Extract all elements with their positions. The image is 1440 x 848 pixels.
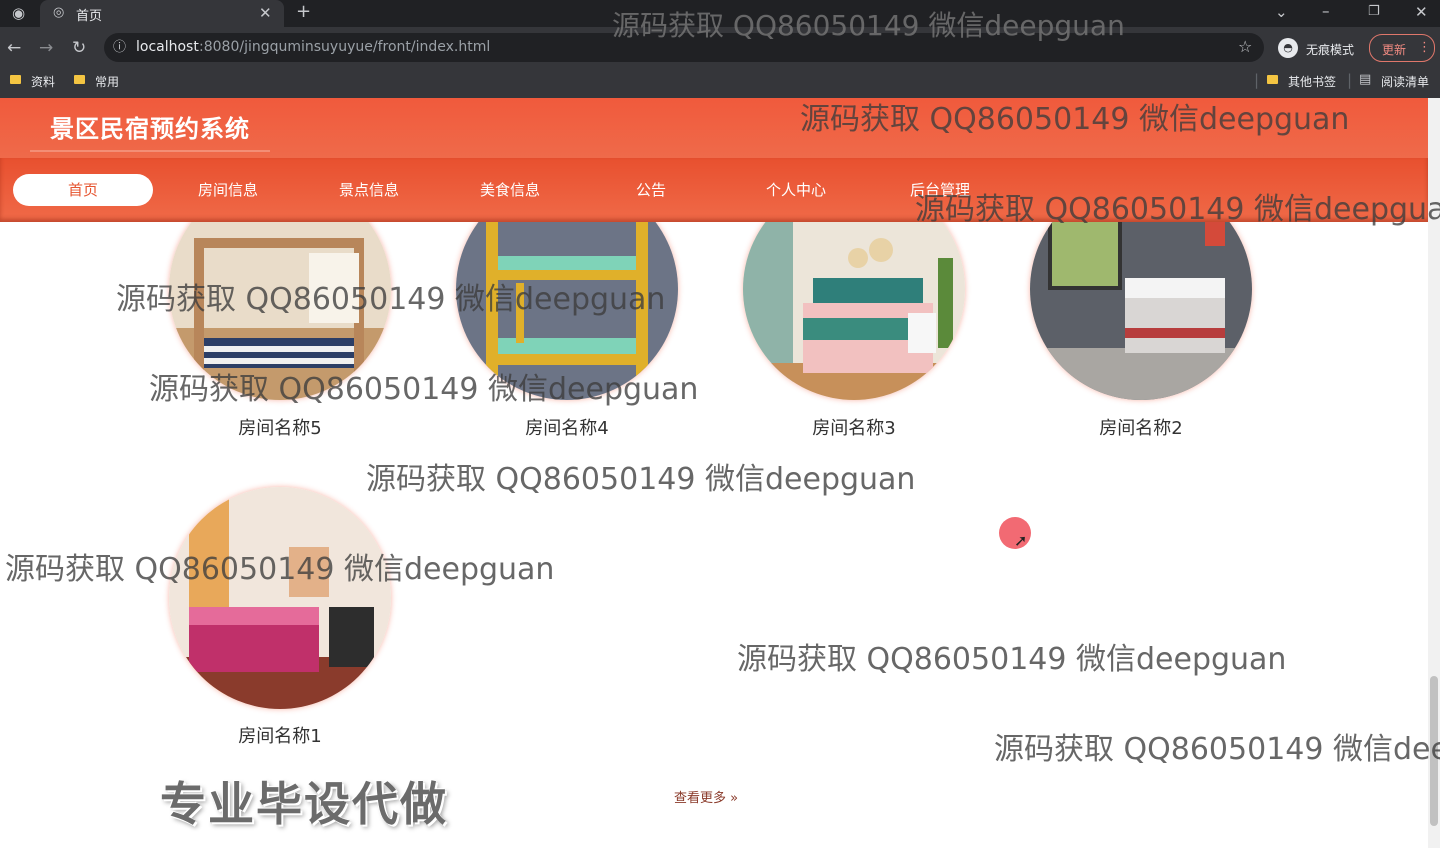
double-chevron-right-icon: » <box>726 791 739 806</box>
folder-icon <box>1267 75 1278 84</box>
mouse-cursor-icon: ➚ <box>1014 531 1028 550</box>
watermark: 源码获取 QQ86050149 微信deepguan <box>612 9 1125 42</box>
room-name[interactable]: 房间名称4 <box>456 414 678 440</box>
folder-icon <box>74 75 85 84</box>
forward-icon[interactable]: → <box>39 40 53 57</box>
kebab-menu-icon[interactable]: ⋮ <box>1418 40 1431 56</box>
bookmarks-divider: | <box>1254 71 1260 89</box>
watermark: 源码获取 QQ86050149 微信deepguan <box>149 372 699 407</box>
bookmark-item[interactable]: 资料 <box>31 73 55 90</box>
update-label: 更新 <box>1382 43 1407 57</box>
incognito-icon[interactable]: ◓ <box>1278 38 1298 58</box>
incognito-label: 无痕模式 <box>1306 43 1355 57</box>
minimize-icon[interactable]: – <box>1322 3 1330 19</box>
promo-text: 专业毕设代做 <box>160 777 448 831</box>
room-name[interactable]: 房间名称3 <box>743 414 965 440</box>
reload-icon[interactable]: ↻ <box>72 40 86 57</box>
nav-profile[interactable]: 个人中心 <box>726 174 866 206</box>
restore-icon[interactable]: ❐ <box>1368 4 1380 20</box>
bookmark-item[interactable]: 常用 <box>95 73 119 90</box>
reading-list-icon[interactable]: ▤ <box>1359 72 1371 88</box>
browser-menu-icon[interactable]: ◉ <box>12 5 25 21</box>
watermark: 源码获取 QQ86050149 微信deepguan <box>5 552 555 587</box>
bookmarks-divider: | <box>1347 71 1353 89</box>
nav-notices[interactable]: 公告 <box>581 174 721 206</box>
watermark: 源码获取 QQ86050149 微信deepguan <box>915 192 1440 227</box>
close-tab-icon[interactable]: ✕ <box>259 5 272 21</box>
window-close-icon[interactable]: ✕ <box>1415 4 1428 20</box>
room-name[interactable]: 房间名称2 <box>1030 414 1252 440</box>
tab-search-chevron-icon[interactable]: ⌄ <box>1275 4 1288 20</box>
room-name[interactable]: 房间名称1 <box>169 722 391 748</box>
tab-title: 首页 <box>76 9 103 24</box>
back-icon[interactable]: ← <box>7 40 21 57</box>
new-tab-icon[interactable]: + <box>296 3 311 21</box>
other-bookmarks[interactable]: 其他书签 <box>1288 73 1336 90</box>
nav-rooms[interactable]: 房间信息 <box>158 174 298 206</box>
bookmark-star-icon[interactable]: ☆ <box>1238 39 1252 55</box>
view-more-link[interactable]: 查看更多 » <box>674 787 738 806</box>
site-title: 景区民宿预约系统 <box>30 108 270 152</box>
watermark: 源码获取 QQ86050149 微信deepguan <box>994 732 1440 767</box>
pink-bed-room-image <box>169 487 391 709</box>
url-host: localhost <box>136 39 199 55</box>
tab-favicon-icon: ◎ <box>53 5 65 20</box>
nav-attractions[interactable]: 景点信息 <box>299 174 439 206</box>
site-info-icon[interactable]: ⓘ <box>113 40 126 56</box>
watermark: 源码获取 QQ86050149 微信deepguan <box>800 102 1350 137</box>
room-image[interactable] <box>169 487 391 709</box>
watermark: 源码获取 QQ86050149 微信deepguan <box>737 642 1287 677</box>
watermark: 源码获取 QQ86050149 微信deepguan <box>116 282 666 317</box>
reading-list[interactable]: 阅读清单 <box>1381 73 1429 90</box>
room-name[interactable]: 房间名称5 <box>169 414 391 440</box>
view-more-label: 查看更多 <box>674 791 727 806</box>
watermark: 源码获取 QQ86050149 微信deepguan <box>366 462 916 497</box>
folder-icon <box>10 75 21 84</box>
nav-home[interactable]: 首页 <box>13 174 153 206</box>
url-path: :8080/jingquminsuyuyue/front/index.html <box>199 39 491 55</box>
nav-food[interactable]: 美食信息 <box>440 174 580 206</box>
